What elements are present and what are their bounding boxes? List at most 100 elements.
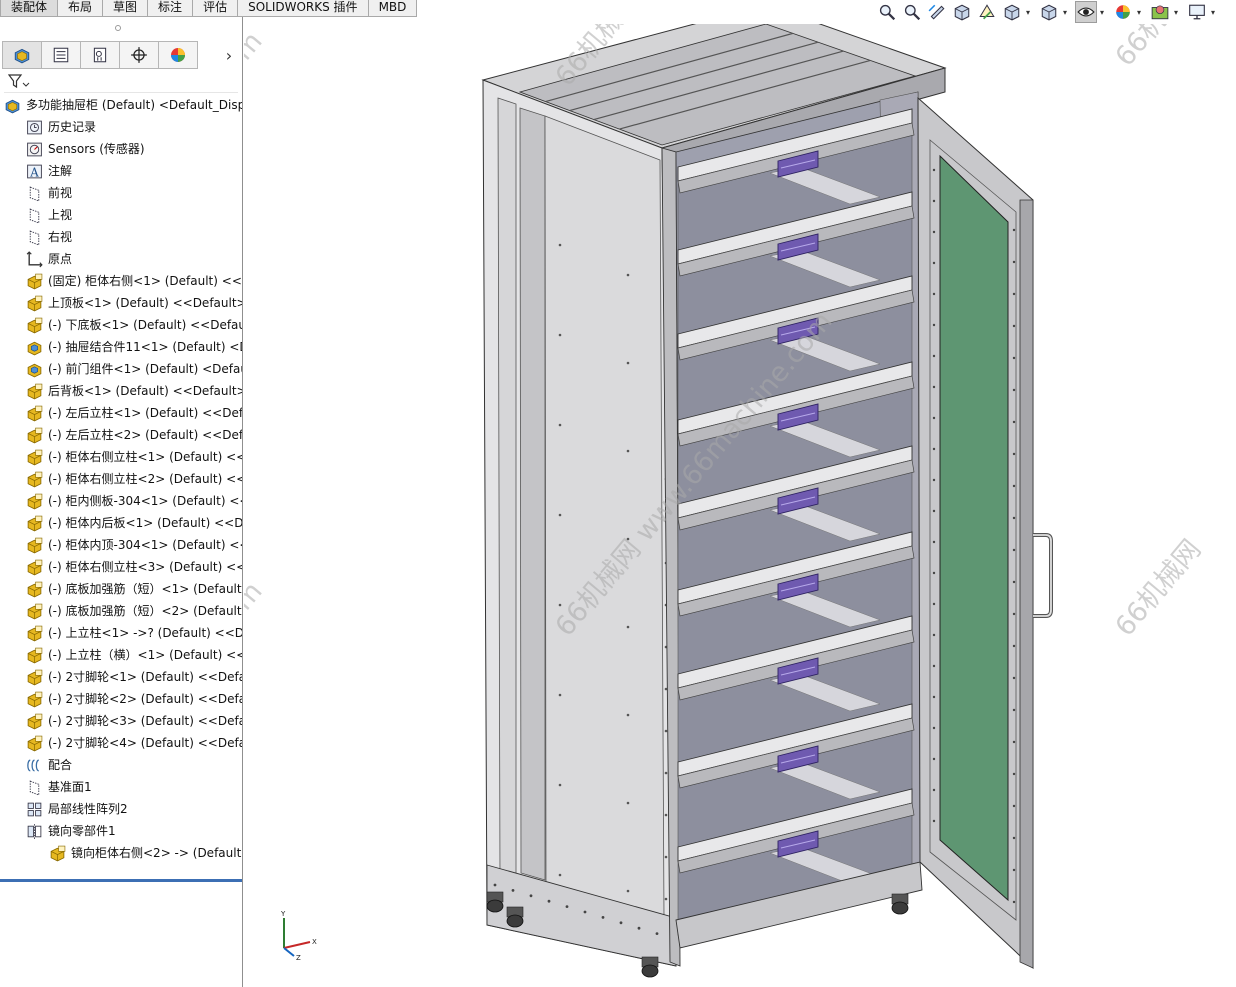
tab-5[interactable]: SOLIDWORKS 插件 [237,0,369,17]
part-icon [26,515,43,532]
expand-arrow-icon[interactable] [6,473,16,485]
expand-arrow-icon[interactable] [6,319,16,331]
dropdown-arrow-icon[interactable]: ▾ [1026,8,1034,17]
tree-node[interactable]: (-) 2寸脚轮<2> (Default) <<Defau [0,688,242,710]
tree-node[interactable]: 后背板<1> (Default) <<Default>_ [0,380,242,402]
tab-4[interactable]: 评估 [192,0,239,17]
panel-more-arrow-icon[interactable]: › [222,45,236,65]
expand-arrow-icon[interactable] [6,693,16,705]
tree-node[interactable]: (-) 上立柱（横）<1> (Default) << [0,644,242,666]
section-view-button[interactable] [951,1,973,23]
expand-arrow-icon[interactable] [6,363,16,375]
dropdown-arrow-icon[interactable]: ▾ [1063,8,1071,17]
tree-node[interactable]: 右视 [0,226,242,248]
tree-node[interactable]: (-) 柜体右侧立柱<2> (Default) << [0,468,242,490]
panel-tab-dimxpert[interactable] [119,41,159,69]
expand-arrow-icon[interactable] [6,385,16,397]
tree-node[interactable]: (-) 左后立柱<2> (Default) <<Defa [0,424,242,446]
expand-arrow-icon[interactable] [6,605,16,617]
filter-icon[interactable] [8,74,30,90]
rollback-bar[interactable] [0,879,242,882]
tree-node[interactable]: (-) 2寸脚轮<4> (Default) <<Defau [0,732,242,754]
edit-appearance-button[interactable] [1112,1,1134,23]
expand-arrow-icon[interactable] [6,737,16,749]
tree-node[interactable]: A 注解 [0,160,242,182]
view-settings-button[interactable] [1186,1,1208,23]
tree-node[interactable]: 上视 [0,204,242,226]
tab-0[interactable]: 装配体 [0,0,59,17]
tree-node[interactable]: (-) 柜体右侧立柱<3> (Default) << [0,556,242,578]
expand-arrow-icon[interactable] [6,759,16,771]
expand-arrow-icon[interactable] [6,671,16,683]
hide-show-button[interactable] [1075,1,1097,23]
tree-node[interactable]: (-) 柜体右侧立柱<1> (Default) << [0,446,242,468]
tree-node[interactable]: 基准面1 [0,776,242,798]
expand-arrow-icon[interactable] [6,627,16,639]
dropdown-arrow-icon[interactable]: ▾ [1100,8,1108,17]
panel-tab-display-manager[interactable] [158,41,198,69]
tree-node[interactable]: (-) 柜体内顶-304<1> (Default) << [0,534,242,556]
tab-2[interactable]: 草图 [102,0,149,17]
tree-node[interactable]: (-) 柜内侧板-304<1> (Default) << [0,490,242,512]
tree-node[interactable]: 前视 [0,182,242,204]
tree-node[interactable]: 原点 [0,248,242,270]
tree-node[interactable]: 上顶板<1> (Default) <<Default>_ [0,292,242,314]
tree-node[interactable]: (-) 抽屉结合件11<1> (Default) <D [0,336,242,358]
zoom-area-button[interactable] [901,1,923,23]
expand-arrow-icon[interactable] [6,803,16,815]
expand-arrow-icon[interactable] [6,583,16,595]
expand-arrow-icon[interactable] [6,649,16,661]
tree-node[interactable]: 多功能抽屉柜 (Default) <Default_Disp [0,94,242,116]
expand-arrow-icon[interactable] [6,517,16,529]
previous-view-button[interactable] [926,1,948,23]
dropdown-arrow-icon[interactable]: ▾ [1174,8,1182,17]
zoom-to-fit-button[interactable] [876,1,898,23]
dropdown-arrow-icon[interactable]: ▾ [1211,8,1219,17]
expand-arrow-icon[interactable] [6,297,16,309]
dropdown-arrow-icon[interactable]: ▾ [1137,8,1145,17]
tree-node[interactable]: 历史记录 [0,116,242,138]
expand-arrow-icon[interactable] [6,341,16,353]
tree-node[interactable]: (-) 左后立柱<1> (Default) <<Defa [0,402,242,424]
display-style-button[interactable] [1038,1,1060,23]
tree-node[interactable]: 局部线性阵列2 [0,798,242,820]
tree-node[interactable]: (-) 2寸脚轮<1> (Default) <<Defau [0,666,242,688]
panel-collapse-handle[interactable] [115,25,121,31]
tree-node[interactable]: (-) 柜体内后板<1> (Default) <<De [0,512,242,534]
rivet-dot [1012,388,1016,392]
panel-tab-featuremanager[interactable] [2,41,42,69]
tree-node[interactable]: (-) 底板加强筋（短）<2> (Default) [0,600,242,622]
expand-arrow-icon[interactable] [6,429,16,441]
tree-node[interactable]: (-) 2寸脚轮<3> (Default) <<Defau [0,710,242,732]
apply-scene-button[interactable] [1149,1,1171,23]
view-orientation-button[interactable] [1001,1,1023,23]
graphics-viewport[interactable]: 66机械网 www.66machine.com66机械网 www.66machi… [244,24,1236,987]
expand-arrow-icon[interactable] [6,539,16,551]
tree-node[interactable]: (-) 底板加强筋（短）<1> (Default) [0,578,242,600]
tree-filter-bar[interactable] [4,71,238,93]
expand-arrow-icon[interactable] [6,275,16,287]
expand-arrow-icon[interactable] [6,165,16,177]
expand-arrow-icon[interactable] [6,121,16,133]
panel-tab-propertymanager[interactable] [41,41,81,69]
tree-node[interactable]: 镜向零部件1 [0,820,242,842]
tree-node[interactable]: Sensors (传感器) [0,138,242,160]
expand-arrow-icon[interactable] [6,495,16,507]
tab-6[interactable]: MBD [367,0,418,17]
collapse-arrow-icon[interactable] [6,825,16,837]
dynamic-annotation-button[interactable] [976,1,998,23]
panel-tab-configurationmanager[interactable] [80,41,120,69]
tree-node[interactable]: (固定) 柜体右侧<1> (Default) <<D [0,270,242,292]
expand-arrow-icon[interactable] [6,561,16,573]
tab-1[interactable]: 布局 [57,0,104,17]
expand-arrow-icon[interactable] [6,407,16,419]
tree-node[interactable]: (-) 上立柱<1> ->? (Default) <<De [0,622,242,644]
expand-arrow-icon[interactable] [6,715,16,727]
tree-node[interactable]: 配合 [0,754,242,776]
tree-node[interactable]: (-) 前门组件<1> (Default) <Defau [0,358,242,380]
expand-arrow-icon[interactable] [6,451,16,463]
cabinet-3d-model[interactable] [244,24,1236,987]
tree-node[interactable]: 镜向柜体右侧<2> -> (Default) [0,842,242,864]
tab-3[interactable]: 标注 [147,0,194,17]
tree-node[interactable]: (-) 下底板<1> (Default) <<Defaul [0,314,242,336]
